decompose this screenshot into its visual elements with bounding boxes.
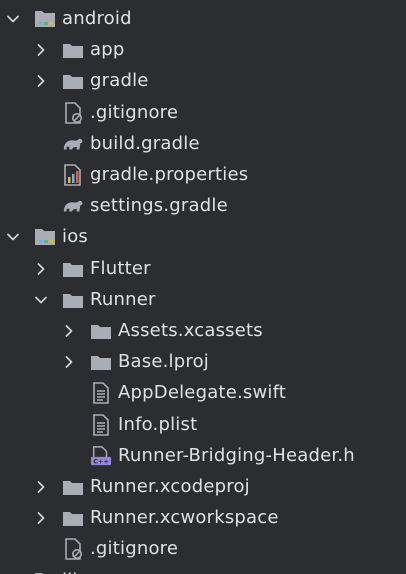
tree-row[interactable]: Base.lproj [0, 347, 406, 378]
tree-item-label: .gitignore [90, 101, 179, 123]
folder-icon [62, 507, 84, 529]
gradle-file-icon [62, 195, 84, 217]
folder-icon [62, 289, 84, 311]
chevron-right-icon[interactable] [34, 480, 48, 494]
tree-row[interactable]: Info.plist [0, 410, 406, 441]
cpp-header-file-icon: C++ [90, 445, 112, 467]
tree-row[interactable]: .gitignore [0, 534, 406, 565]
chevron-down-icon[interactable] [6, 230, 20, 244]
tree-row[interactable]: gradle.properties [0, 160, 406, 191]
chevron-right-icon[interactable] [62, 355, 76, 369]
tree-item-label: gradle.properties [90, 164, 249, 185]
chevron-right-icon[interactable] [34, 43, 48, 57]
tree-item-label: Base.lproj [118, 351, 209, 373]
tree-item-label: ios [62, 226, 88, 248]
chevron-down-icon[interactable] [6, 12, 20, 26]
tree-item-label: AppDelegate.swift [118, 382, 287, 404]
tree-row[interactable]: app [0, 35, 406, 66]
text-file-icon [90, 382, 112, 405]
folder-icon [90, 351, 112, 373]
module-folder-icon [34, 226, 56, 248]
folder-icon [90, 320, 112, 342]
svg-text:C++: C++ [93, 457, 108, 465]
tree-row[interactable]: ios [0, 222, 406, 253]
tree-item-label: settings.gradle [90, 195, 228, 217]
tree-row[interactable]: Flutter [0, 254, 406, 285]
chevron-right-icon[interactable] [34, 262, 48, 276]
tree-item-label: android [62, 8, 132, 29]
tree-row[interactable]: Runner.xcworkspace [0, 503, 406, 534]
tree-row[interactable]: Runner.xcodeproj [0, 472, 406, 503]
tree-row[interactable]: .gitignore [0, 98, 406, 129]
properties-file-icon [62, 164, 84, 186]
chevron-right-icon[interactable] [34, 74, 48, 88]
chevron-right-icon[interactable] [34, 511, 48, 525]
gitignore-file-icon [62, 101, 84, 124]
tree-item-label: Runner.xcworkspace [90, 507, 279, 529]
tree-row[interactable]: gradle [0, 66, 406, 97]
tree-row[interactable]: build.gradle [0, 129, 406, 160]
chevron-down-icon[interactable] [34, 293, 48, 307]
folder-icon [62, 476, 84, 498]
module-folder-icon [34, 570, 56, 574]
gitignore-file-icon [62, 538, 84, 561]
tree-item-label: Assets.xcassets [118, 320, 263, 341]
tree-row[interactable]: lib [0, 566, 406, 574]
tree-item-label: app [90, 39, 125, 61]
tree-item-label: build.gradle [90, 132, 200, 154]
module-folder-icon [34, 8, 56, 30]
tree-item-label: Runner [90, 288, 156, 310]
tree-row[interactable]: AppDelegate.swift [0, 378, 406, 409]
tree-item-label: .gitignore [90, 538, 179, 560]
text-file-icon [90, 413, 112, 436]
folder-icon [62, 258, 84, 280]
tree-item-label: Runner.xcodeproj [90, 476, 250, 497]
tree-item-label: lib [62, 570, 84, 574]
project-tree: android app gradle .gitignore build.gradle gr… [0, 0, 406, 574]
gradle-file-icon [62, 133, 84, 155]
tree-row[interactable]: Runner [0, 285, 406, 316]
tree-row[interactable]: Assets.xcassets [0, 316, 406, 347]
folder-icon [62, 39, 84, 61]
folder-icon [62, 70, 84, 92]
tree-item-label: Info.plist [118, 413, 198, 435]
tree-item-label: Flutter [90, 257, 151, 279]
tree-item-label: Runner-Bridging-Header.h [118, 444, 355, 466]
tree-row[interactable]: C++ Runner-Bridging-Header.h [0, 441, 406, 472]
tree-row[interactable]: settings.gradle [0, 191, 406, 222]
chevron-right-icon[interactable] [62, 324, 76, 338]
tree-item-label: gradle [90, 70, 149, 92]
tree-row[interactable]: android [0, 4, 406, 35]
